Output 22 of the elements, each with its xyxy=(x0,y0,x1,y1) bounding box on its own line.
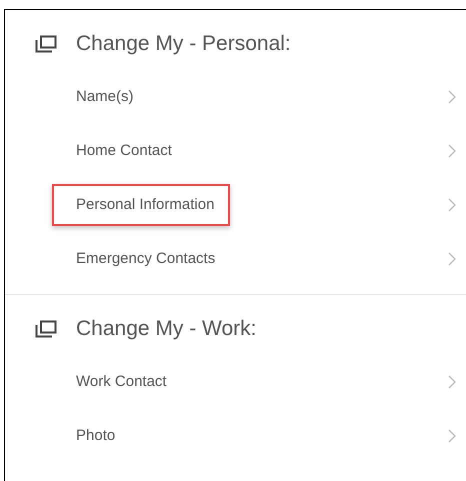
item-label: Home Contact xyxy=(76,142,172,159)
item-label: Name(s) xyxy=(76,88,134,105)
menu-item[interactable]: Photo xyxy=(5,409,466,463)
windows-icon xyxy=(35,35,57,53)
menu-item[interactable]: Home Contact xyxy=(5,124,466,178)
chevron-right-icon xyxy=(448,144,456,158)
chevron-right-icon xyxy=(448,90,456,104)
menu-item[interactable]: Emergency Contacts xyxy=(5,232,466,286)
windows-icon xyxy=(35,320,57,338)
section-title: Change My - Work: xyxy=(76,317,256,341)
chevron-right-icon xyxy=(448,198,456,212)
item-label: Personal Information xyxy=(76,196,214,213)
item-label: Emergency Contacts xyxy=(76,250,216,267)
menu-item[interactable]: Personal Information xyxy=(5,178,466,232)
item-label: Photo xyxy=(76,427,116,444)
menu-item[interactable]: Work Contact xyxy=(5,355,466,409)
chevron-right-icon xyxy=(448,252,456,266)
section-title: Change My - Personal: xyxy=(76,32,291,56)
chevron-right-icon xyxy=(448,375,456,389)
chevron-right-icon xyxy=(448,429,456,443)
item-label: Work Contact xyxy=(76,373,167,390)
menu-item[interactable]: Name(s) xyxy=(5,70,466,124)
